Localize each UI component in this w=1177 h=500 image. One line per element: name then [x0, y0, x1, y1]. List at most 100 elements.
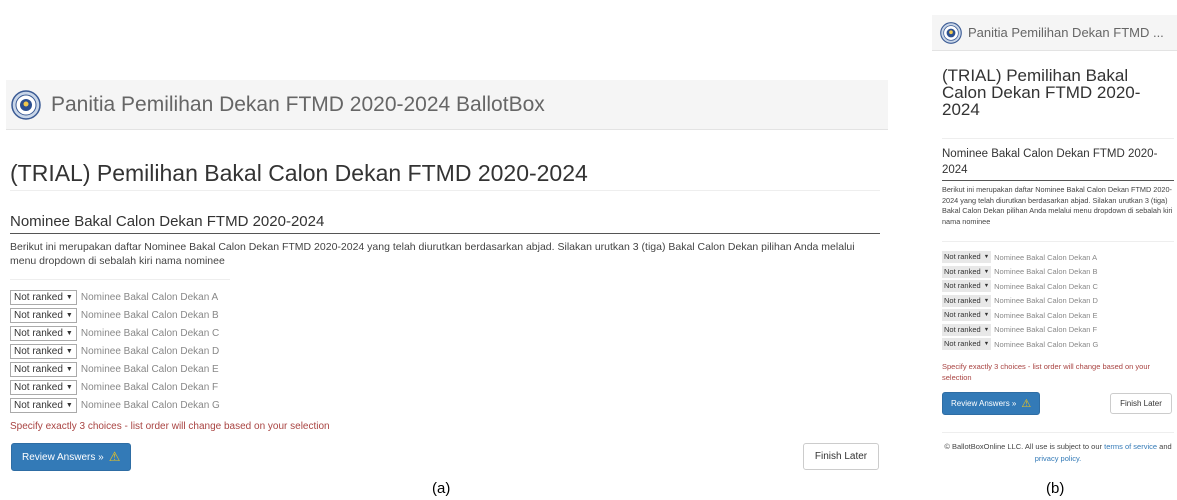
finish-later-button[interactable]: Finish Later — [803, 443, 879, 470]
dropdown-arrow-icon: ▼ — [983, 341, 990, 348]
validation-message: Specify exactly 3 choices - list order w… — [942, 362, 1151, 382]
dropdown-arrow-icon: ▼ — [65, 383, 73, 391]
navbar: Panitia Pemilihan Dekan FTMD 2020-2024 B… — [6, 80, 888, 130]
nominee-list: Not ranked ▼ Nominee Bakal Calon Dekan A No… — [10, 288, 220, 414]
caption-a: (a) — [432, 480, 451, 497]
nominee-row: Not ranked ▼ Nominee Bakal Calon Dekan B — [10, 306, 220, 324]
caption-b: (b) — [1046, 480, 1065, 497]
nominee-row: Not ranked ▼ Nominee Bakal Calon Dekan B — [942, 265, 1098, 280]
nominee-row: Not ranked ▼ Nominee Bakal Calon Dekan C — [942, 279, 1098, 294]
nominee-row: Not ranked ▼ Nominee Bakal Calon Dekan C — [10, 324, 220, 342]
dropdown-arrow-icon: ▼ — [65, 293, 73, 301]
nominee-name: Nominee Bakal Calon Dekan A — [80, 291, 219, 303]
nominee-name: Nominee Bakal Calon Dekan B — [994, 267, 1098, 277]
rank-select-value: Not ranked — [944, 295, 981, 305]
nominee-row: Not ranked ▼ Nominee Bakal Calon Dekan A — [942, 250, 1098, 265]
page-title: (TRIAL) Pemilihan Bakal Calon Dekan FTMD… — [10, 160, 588, 186]
nominee-row: Not ranked ▼ Nominee Bakal Calon Dekan E — [942, 308, 1098, 323]
nominee-row: Not ranked ▼ Nominee Bakal Calon Dekan E — [10, 360, 220, 378]
rank-select-value: Not ranked — [14, 345, 63, 357]
nominee-name: Nominee Bakal Calon Dekan C — [994, 281, 1098, 291]
rank-select-value: Not ranked — [14, 381, 63, 393]
footer-copyright: © BallotBoxOnline LLC. All use is subjec… — [944, 442, 1103, 451]
nominee-name: Nominee Bakal Calon Dekan B — [80, 309, 219, 321]
dropdown-arrow-icon: ▼ — [983, 268, 990, 275]
dropdown-arrow-icon: ▼ — [983, 283, 990, 290]
nominee-row: Not ranked ▼ Nominee Bakal Calon Dekan G — [10, 396, 220, 414]
rank-select[interactable]: Not ranked ▼ — [942, 294, 992, 307]
section-title: Nominee Bakal Calon Dekan FTMD 2020-2024 — [10, 213, 325, 230]
mobile-view: Panitia Pemilihan Dekan FTMD ... (TRIAL)… — [932, 0, 1177, 500]
nominee-row: Not ranked ▼ Nominee Bakal Calon Dekan D — [942, 294, 1098, 309]
nominee-row: Not ranked ▼ Nominee Bakal Calon Dekan D — [10, 342, 220, 360]
rank-select[interactable]: Not ranked ▼ — [10, 397, 77, 413]
rank-select[interactable]: Not ranked ▼ — [942, 309, 992, 322]
rank-select[interactable]: Not ranked ▼ — [10, 307, 77, 323]
page-title: (TRIAL) Pemilihan Bakal Calon Dekan FTMD… — [942, 66, 1141, 119]
rank-select[interactable]: Not ranked ▼ — [942, 323, 992, 336]
rank-select-value: Not ranked — [944, 252, 981, 262]
rank-select-value: Not ranked — [944, 281, 981, 291]
rank-select[interactable]: Not ranked ▼ — [10, 343, 77, 359]
review-answers-label: Review Answers » — [22, 451, 104, 463]
finish-later-button[interactable]: Finish Later — [1110, 393, 1172, 414]
rank-select-value: Not ranked — [14, 327, 63, 339]
rank-select[interactable]: Not ranked ▼ — [942, 265, 992, 278]
rank-select-value: Not ranked — [944, 310, 981, 320]
nominee-name: Nominee Bakal Calon Dekan G — [80, 399, 220, 411]
nominee-row: Not ranked ▼ Nominee Bakal Calon Dekan F — [10, 378, 220, 396]
nominee-name: Nominee Bakal Calon Dekan F — [994, 325, 1098, 335]
rank-select-value: Not ranked — [14, 309, 63, 321]
rank-select-value: Not ranked — [944, 339, 981, 349]
divider — [942, 138, 1174, 139]
dropdown-arrow-icon: ▼ — [983, 297, 990, 304]
rank-select-value: Not ranked — [14, 399, 63, 411]
rank-select[interactable]: Not ranked ▼ — [10, 289, 77, 305]
desktop-view: Panitia Pemilihan Dekan FTMD 2020-2024 B… — [0, 0, 900, 500]
validation-message: Specify exactly 3 choices - list order w… — [10, 421, 330, 432]
rank-select[interactable]: Not ranked ▼ — [942, 280, 992, 293]
ballotbox-logo-icon[interactable] — [11, 89, 41, 120]
divider — [10, 233, 880, 234]
description: Berikut ini merupakan daftar Nominee Bak… — [10, 241, 855, 267]
rank-select[interactable]: Not ranked ▼ — [10, 379, 77, 395]
divider — [942, 432, 1174, 433]
rank-select[interactable]: Not ranked ▼ — [942, 251, 992, 264]
section-title: Nominee Bakal Calon Dekan FTMD 2020-2024 — [942, 148, 1158, 176]
warning-triangle-icon: ⚠ — [108, 449, 121, 464]
review-answers-button[interactable]: Review Answers » ⚠ — [942, 392, 1041, 415]
nominee-name: Nominee Bakal Calon Dekan D — [80, 345, 220, 357]
dropdown-arrow-icon: ▼ — [983, 312, 990, 319]
brand-name[interactable]: Panitia Pemilihan Dekan FTMD 2020-2024 B… — [51, 93, 545, 117]
rank-select-value: Not ranked — [14, 291, 63, 303]
terms-of-service-link[interactable]: terms of service — [1104, 442, 1157, 451]
nominee-list: Not ranked ▼ Nominee Bakal Calon Dekan A No… — [942, 250, 1098, 352]
nominee-name: Nominee Bakal Calon Dekan E — [994, 310, 1098, 320]
nominee-name: Nominee Bakal Calon Dekan E — [80, 363, 219, 375]
rank-select[interactable]: Not ranked ▼ — [942, 338, 992, 351]
rank-select[interactable]: Not ranked ▼ — [10, 325, 77, 341]
review-answers-label: Review Answers » — [951, 399, 1017, 408]
rank-select[interactable]: Not ranked ▼ — [10, 361, 77, 377]
ballotbox-logo-icon[interactable] — [940, 21, 962, 44]
nominee-name: Nominee Bakal Calon Dekan G — [994, 339, 1099, 349]
footer: © BallotBoxOnline LLC. All use is subjec… — [942, 441, 1174, 465]
description: Berikut ini merupakan daftar Nominee Bak… — [942, 185, 1173, 226]
navbar: Panitia Pemilihan Dekan FTMD ... — [932, 15, 1177, 51]
nominee-name: Nominee Bakal Calon Dekan C — [80, 327, 220, 339]
divider — [942, 241, 1174, 242]
nominee-row: Not ranked ▼ Nominee Bakal Calon Dekan F — [942, 323, 1098, 338]
privacy-policy-link[interactable]: privacy policy. — [1035, 454, 1082, 463]
brand-name[interactable]: Panitia Pemilihan Dekan FTMD ... — [968, 25, 1164, 40]
rank-select-value: Not ranked — [944, 266, 981, 276]
nominee-name: Nominee Bakal Calon Dekan D — [994, 296, 1098, 306]
divider — [10, 190, 880, 191]
footer-and: and — [1159, 442, 1172, 451]
divider — [10, 279, 230, 280]
dropdown-arrow-icon: ▼ — [65, 401, 73, 409]
rank-select-value: Not ranked — [944, 324, 981, 334]
review-answers-button[interactable]: Review Answers » ⚠ — [11, 443, 132, 471]
dropdown-arrow-icon: ▼ — [983, 254, 990, 261]
rank-select-value: Not ranked — [14, 363, 63, 375]
dropdown-arrow-icon: ▼ — [65, 347, 73, 355]
